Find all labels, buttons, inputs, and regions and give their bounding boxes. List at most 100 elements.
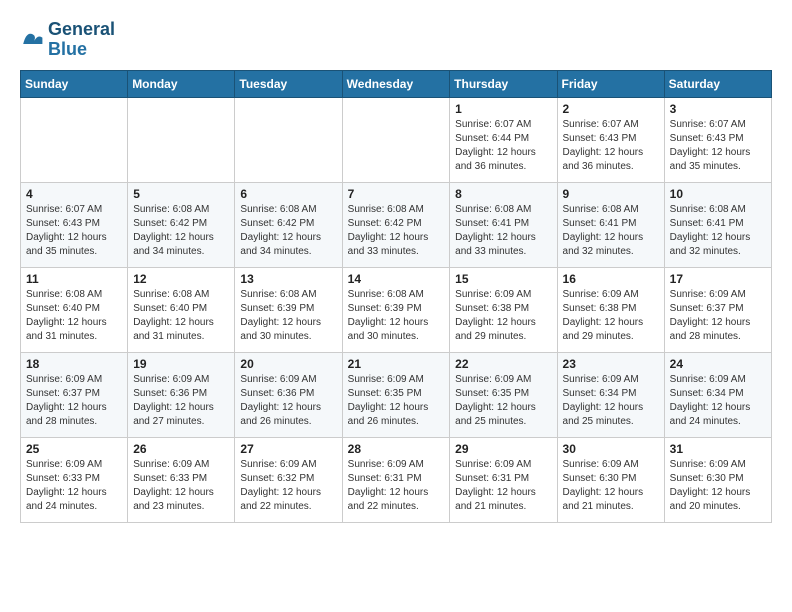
calendar-day-cell bbox=[21, 97, 128, 182]
day-number: 11 bbox=[26, 272, 122, 286]
day-info: Sunrise: 6:09 AM Sunset: 6:36 PM Dayligh… bbox=[240, 373, 336, 429]
day-info: Sunrise: 6:09 AM Sunset: 6:31 PM Dayligh… bbox=[348, 458, 445, 514]
day-number: 23 bbox=[563, 357, 659, 371]
calendar-day-cell: 15 Sunrise: 6:09 AM Sunset: 6:38 PM Dayli… bbox=[450, 267, 557, 352]
day-info: Sunrise: 6:09 AM Sunset: 6:33 PM Dayligh… bbox=[26, 458, 122, 514]
day-info: Sunrise: 6:09 AM Sunset: 6:34 PM Dayligh… bbox=[563, 373, 659, 429]
calendar-day-cell: 12 Sunrise: 6:08 AM Sunset: 6:40 PM Dayli… bbox=[128, 267, 235, 352]
calendar-table: SundayMondayTuesdayWednesdayThursdayFrid… bbox=[20, 70, 772, 523]
day-number: 13 bbox=[240, 272, 336, 286]
calendar-day-cell: 31 Sunrise: 6:09 AM Sunset: 6:30 PM Dayli… bbox=[664, 437, 771, 522]
weekday-header-row: SundayMondayTuesdayWednesdayThursdayFrid… bbox=[21, 70, 772, 97]
day-number: 24 bbox=[670, 357, 766, 371]
day-number: 30 bbox=[563, 442, 659, 456]
calendar-day-cell: 24 Sunrise: 6:09 AM Sunset: 6:34 PM Dayli… bbox=[664, 352, 771, 437]
day-info: Sunrise: 6:09 AM Sunset: 6:30 PM Dayligh… bbox=[670, 458, 766, 514]
day-number: 9 bbox=[563, 187, 659, 201]
calendar-day-cell: 11 Sunrise: 6:08 AM Sunset: 6:40 PM Dayli… bbox=[21, 267, 128, 352]
calendar-day-cell: 2Sunrise: 6:07 AM Sunset: 6:43 PM Daylig… bbox=[557, 97, 664, 182]
calendar-day-cell: 3 Sunrise: 6:07 AM Sunset: 6:43 PM Daylig… bbox=[664, 97, 771, 182]
day-number: 15 bbox=[455, 272, 551, 286]
calendar-day-cell: 10 Sunrise: 6:08 AM Sunset: 6:41 PM Dayli… bbox=[664, 182, 771, 267]
calendar-week-row: 4 Sunrise: 6:07 AM Sunset: 6:43 PM Daylig… bbox=[21, 182, 772, 267]
logo-text: General Blue bbox=[48, 20, 115, 60]
day-info: Sunrise: 6:09 AM Sunset: 6:38 PM Dayligh… bbox=[563, 288, 659, 344]
day-info: Sunrise: 6:07 AM Sunset: 6:43 PM Dayligh… bbox=[563, 118, 659, 174]
day-info: Sunrise: 6:08 AM Sunset: 6:40 PM Dayligh… bbox=[133, 288, 229, 344]
day-info: Sunrise: 6:09 AM Sunset: 6:32 PM Dayligh… bbox=[240, 458, 336, 514]
calendar-day-cell: 28 Sunrise: 6:09 AM Sunset: 6:31 PM Dayli… bbox=[342, 437, 450, 522]
day-info: Sunrise: 6:09 AM Sunset: 6:37 PM Dayligh… bbox=[670, 288, 766, 344]
calendar-day-cell: 22 Sunrise: 6:09 AM Sunset: 6:35 PM Dayli… bbox=[450, 352, 557, 437]
day-number: 28 bbox=[348, 442, 445, 456]
day-number: 20 bbox=[240, 357, 336, 371]
day-number: 27 bbox=[240, 442, 336, 456]
day-info: Sunrise: 6:09 AM Sunset: 6:30 PM Dayligh… bbox=[563, 458, 659, 514]
day-info: Sunrise: 6:07 AM Sunset: 6:44 PM Dayligh… bbox=[455, 118, 551, 174]
calendar-day-cell: 23 Sunrise: 6:09 AM Sunset: 6:34 PM Dayli… bbox=[557, 352, 664, 437]
calendar-day-cell: 29Sunrise: 6:09 AM Sunset: 6:31 PM Dayli… bbox=[450, 437, 557, 522]
calendar-day-cell: 8Sunrise: 6:08 AM Sunset: 6:41 PM Daylig… bbox=[450, 182, 557, 267]
day-number: 22 bbox=[455, 357, 551, 371]
calendar-day-cell: 26Sunrise: 6:09 AM Sunset: 6:33 PM Dayli… bbox=[128, 437, 235, 522]
calendar-day-cell: 9 Sunrise: 6:08 AM Sunset: 6:41 PM Daylig… bbox=[557, 182, 664, 267]
calendar-day-cell: 14 Sunrise: 6:08 AM Sunset: 6:39 PM Dayli… bbox=[342, 267, 450, 352]
day-number: 12 bbox=[133, 272, 229, 286]
weekday-header-cell: Tuesday bbox=[235, 70, 342, 97]
logo-icon bbox=[20, 28, 44, 52]
calendar-day-cell: 21Sunrise: 6:09 AM Sunset: 6:35 PM Dayli… bbox=[342, 352, 450, 437]
day-info: Sunrise: 6:09 AM Sunset: 6:34 PM Dayligh… bbox=[670, 373, 766, 429]
day-number: 10 bbox=[670, 187, 766, 201]
day-info: Sunrise: 6:09 AM Sunset: 6:37 PM Dayligh… bbox=[26, 373, 122, 429]
day-number: 4 bbox=[26, 187, 122, 201]
day-number: 14 bbox=[348, 272, 445, 286]
logo: General Blue bbox=[20, 20, 115, 60]
weekday-header-cell: Thursday bbox=[450, 70, 557, 97]
page-header: General Blue bbox=[20, 20, 772, 60]
calendar-day-cell: 1Sunrise: 6:07 AM Sunset: 6:44 PM Daylig… bbox=[450, 97, 557, 182]
day-info: Sunrise: 6:07 AM Sunset: 6:43 PM Dayligh… bbox=[670, 118, 766, 174]
calendar-day-cell: 20 Sunrise: 6:09 AM Sunset: 6:36 PM Dayli… bbox=[235, 352, 342, 437]
day-info: Sunrise: 6:08 AM Sunset: 6:42 PM Dayligh… bbox=[133, 203, 229, 259]
day-number: 31 bbox=[670, 442, 766, 456]
day-info: Sunrise: 6:08 AM Sunset: 6:41 PM Dayligh… bbox=[670, 203, 766, 259]
calendar-day-cell: 7Sunrise: 6:08 AM Sunset: 6:42 PM Daylig… bbox=[342, 182, 450, 267]
calendar-day-cell: 6 Sunrise: 6:08 AM Sunset: 6:42 PM Daylig… bbox=[235, 182, 342, 267]
calendar-day-cell: 18 Sunrise: 6:09 AM Sunset: 6:37 PM Dayli… bbox=[21, 352, 128, 437]
weekday-header-cell: Saturday bbox=[664, 70, 771, 97]
day-number: 8 bbox=[455, 187, 551, 201]
day-info: Sunrise: 6:08 AM Sunset: 6:41 PM Dayligh… bbox=[563, 203, 659, 259]
day-number: 18 bbox=[26, 357, 122, 371]
day-info: Sunrise: 6:08 AM Sunset: 6:42 PM Dayligh… bbox=[240, 203, 336, 259]
day-info: Sunrise: 6:09 AM Sunset: 6:33 PM Dayligh… bbox=[133, 458, 229, 514]
calendar-day-cell: 25Sunrise: 6:09 AM Sunset: 6:33 PM Dayli… bbox=[21, 437, 128, 522]
day-info: Sunrise: 6:09 AM Sunset: 6:38 PM Dayligh… bbox=[455, 288, 551, 344]
day-info: Sunrise: 6:09 AM Sunset: 6:36 PM Dayligh… bbox=[133, 373, 229, 429]
day-number: 3 bbox=[670, 102, 766, 116]
day-info: Sunrise: 6:07 AM Sunset: 6:43 PM Dayligh… bbox=[26, 203, 122, 259]
day-number: 6 bbox=[240, 187, 336, 201]
day-number: 17 bbox=[670, 272, 766, 286]
calendar-day-cell: 30 Sunrise: 6:09 AM Sunset: 6:30 PM Dayli… bbox=[557, 437, 664, 522]
calendar-week-row: 25Sunrise: 6:09 AM Sunset: 6:33 PM Dayli… bbox=[21, 437, 772, 522]
day-number: 19 bbox=[133, 357, 229, 371]
weekday-header-cell: Wednesday bbox=[342, 70, 450, 97]
day-number: 5 bbox=[133, 187, 229, 201]
calendar-day-cell bbox=[235, 97, 342, 182]
calendar-day-cell: 16 Sunrise: 6:09 AM Sunset: 6:38 PM Dayli… bbox=[557, 267, 664, 352]
calendar-body: 1Sunrise: 6:07 AM Sunset: 6:44 PM Daylig… bbox=[21, 97, 772, 522]
day-number: 16 bbox=[563, 272, 659, 286]
day-number: 7 bbox=[348, 187, 445, 201]
day-info: Sunrise: 6:08 AM Sunset: 6:40 PM Dayligh… bbox=[26, 288, 122, 344]
day-info: Sunrise: 6:08 AM Sunset: 6:39 PM Dayligh… bbox=[240, 288, 336, 344]
calendar-week-row: 1Sunrise: 6:07 AM Sunset: 6:44 PM Daylig… bbox=[21, 97, 772, 182]
calendar-day-cell: 17 Sunrise: 6:09 AM Sunset: 6:37 PM Dayli… bbox=[664, 267, 771, 352]
calendar-day-cell bbox=[128, 97, 235, 182]
day-info: Sunrise: 6:09 AM Sunset: 6:35 PM Dayligh… bbox=[348, 373, 445, 429]
day-info: Sunrise: 6:08 AM Sunset: 6:39 PM Dayligh… bbox=[348, 288, 445, 344]
day-info: Sunrise: 6:09 AM Sunset: 6:35 PM Dayligh… bbox=[455, 373, 551, 429]
calendar-day-cell: 13 Sunrise: 6:08 AM Sunset: 6:39 PM Dayli… bbox=[235, 267, 342, 352]
calendar-week-row: 18 Sunrise: 6:09 AM Sunset: 6:37 PM Dayli… bbox=[21, 352, 772, 437]
day-number: 29 bbox=[455, 442, 551, 456]
calendar-day-cell: 4 Sunrise: 6:07 AM Sunset: 6:43 PM Daylig… bbox=[21, 182, 128, 267]
